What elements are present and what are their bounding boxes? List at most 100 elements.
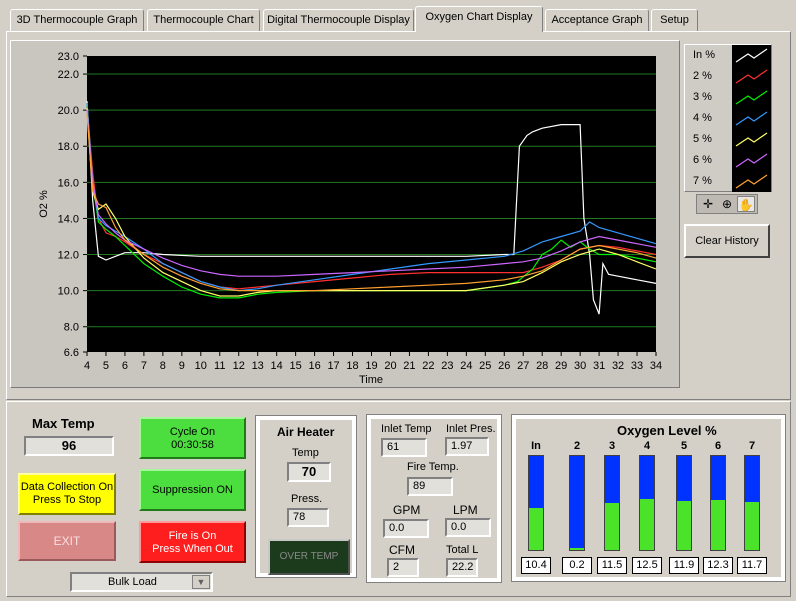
oxygen-bar-value: 12.3 [703, 557, 733, 574]
legend-label: 6 % [693, 154, 712, 166]
x-tick-label: 32 [612, 360, 624, 372]
oxygen-bar-value: 0.2 [562, 557, 592, 574]
chart-legend: In % 2 % 3 % 4 % 5 % 6 % 7 % [684, 44, 772, 192]
fire-temp-value: 89 [407, 477, 453, 496]
bulk-load-select[interactable]: Bulk Load ▼ [70, 572, 213, 592]
legend-item[interactable]: 5 % [685, 129, 773, 150]
o2-chart: 6.6 8.0 10.0 12.0 14.0 16.0 18.0 20.0 22.0 23.0 4… [38, 51, 662, 386]
y-tick-label: 18.0 [58, 141, 79, 153]
x-tick-label: 19 [365, 360, 377, 372]
x-tick-label: 5 [103, 360, 109, 372]
oxygen-bar-label: 2 [573, 440, 581, 452]
x-tick-label: 16 [308, 360, 320, 372]
oxygen-bar-fill [677, 501, 691, 550]
exit-button[interactable]: EXIT [18, 521, 116, 561]
total-l-label: Total L [446, 544, 479, 556]
oxygen-bar-fill [745, 502, 759, 550]
oxygen-bar-label: 7 [748, 440, 756, 452]
tab-digital-thermocouple-display[interactable]: Digital Thermocouple Display [263, 9, 414, 31]
x-tick-label: 6 [122, 360, 128, 372]
plot-area [87, 56, 656, 352]
cycle-on-indicator[interactable]: Cycle On 00:30:58 [139, 417, 246, 459]
legend-item[interactable]: 3 % [685, 87, 773, 108]
air-heater-press-label: Press. [291, 493, 323, 505]
legend-swatch [732, 87, 771, 108]
max-temp-label: Max Temp [32, 416, 95, 431]
graph-palette: ✛ ⊕ ✋ [696, 194, 758, 214]
hand-icon[interactable]: ✋ [737, 196, 755, 212]
tab-3d-thermocouple-graph[interactable]: 3D Thermocouple Graph [10, 9, 144, 31]
legend-item[interactable]: 4 % [685, 108, 773, 129]
max-temp-value: 96 [24, 436, 114, 456]
oxygen-bar-fill [605, 503, 619, 550]
oxygen-bar-fill [529, 507, 543, 550]
x-tick-label: 12 [233, 360, 245, 372]
fire-label: Fire is On [168, 530, 217, 542]
y-tick-label: 10.0 [58, 286, 79, 298]
x-tick-label: 22 [422, 360, 434, 372]
fire-button[interactable]: Fire is On Press When Out [139, 521, 246, 563]
y-axis-label: O2 % [38, 190, 50, 218]
x-tick-label: 4 [84, 360, 90, 372]
inlet-pres-value: 1.97 [445, 437, 489, 456]
x-tick-label: 26 [498, 360, 510, 372]
x-tick-label: 18 [346, 360, 358, 372]
legend-label: In % [693, 49, 716, 61]
tab-setup[interactable]: Setup [651, 9, 698, 31]
oxygen-bar-value: 12.5 [632, 557, 662, 574]
x-tick-label: 8 [160, 360, 166, 372]
x-tick-label: 10 [195, 360, 207, 372]
oxygen-bar-value: 10.4 [521, 557, 551, 574]
x-axis-label: Time [359, 374, 383, 386]
x-tick-label: 14 [271, 360, 283, 372]
suppression-button[interactable]: Suppression ON [139, 469, 246, 511]
legend-swatch [732, 66, 771, 87]
oxygen-bar-fill [711, 499, 725, 550]
oxygen-bar-label: In [531, 440, 541, 452]
y-tick-label: 16.0 [58, 177, 79, 189]
x-tick-label: 30 [574, 360, 586, 372]
y-tick-label: 23.0 [58, 51, 79, 63]
oxygen-bar-value: 11.9 [669, 557, 699, 574]
cycle-on-time: 00:30:58 [171, 439, 214, 451]
oxygen-bar-label: 4 [643, 440, 651, 452]
oxygen-bar [710, 455, 726, 551]
gpm-label: GPM [393, 503, 421, 517]
legend-item[interactable]: In % [685, 45, 773, 66]
zoom-icon[interactable]: ⊕ [718, 196, 736, 212]
o2-chart-frame: 6.6 8.0 10.0 12.0 14.0 16.0 18.0 20.0 22.0 23.0 4… [10, 40, 680, 388]
tab-oxygen-chart-display[interactable]: Oxygen Chart Display [415, 6, 543, 32]
x-tick-label: 24 [460, 360, 472, 372]
crosshair-icon[interactable]: ✛ [699, 196, 717, 212]
y-tick-label: 12.0 [58, 250, 79, 262]
x-tick-label: 28 [536, 360, 548, 372]
x-tick-label: 31 [593, 360, 605, 372]
legend-label: 3 % [693, 91, 712, 103]
gpm-value: 0.0 [383, 519, 429, 538]
total-l-value: 22.2 [446, 558, 478, 577]
x-tick-label: 20 [384, 360, 396, 372]
legend-item[interactable]: 7 % [685, 171, 773, 192]
y-tick-label: 8.0 [64, 322, 79, 334]
data-collection-button[interactable]: Data Collection On Press To Stop [18, 473, 116, 515]
legend-label: 4 % [693, 112, 712, 124]
x-tick-label: 29 [555, 360, 567, 372]
clear-history-button[interactable]: Clear History [684, 224, 770, 258]
legend-label: 2 % [693, 70, 712, 82]
legend-label: 7 % [693, 175, 712, 187]
x-tick-label: 13 [252, 360, 264, 372]
oxygen-bar [528, 455, 544, 551]
oxygen-bar [744, 455, 760, 551]
bulk-load-value: Bulk Load [108, 576, 157, 588]
oxygen-bar-label: 6 [714, 440, 722, 452]
legend-item[interactable]: 2 % [685, 66, 773, 87]
inlet-pres-label: Inlet Pres. [446, 423, 496, 435]
inlet-temp-label: Inlet Temp [381, 423, 432, 435]
x-tick-label: 9 [179, 360, 185, 372]
tab-acceptance-graph[interactable]: Acceptance Graph [545, 9, 649, 31]
y-tick-label: 6.6 [64, 347, 79, 359]
legend-item[interactable]: 6 % [685, 150, 773, 171]
chevron-down-icon[interactable]: ▼ [192, 575, 210, 589]
oxygen-bar [604, 455, 620, 551]
tab-thermocouple-chart[interactable]: Thermocouple Chart [147, 9, 260, 31]
